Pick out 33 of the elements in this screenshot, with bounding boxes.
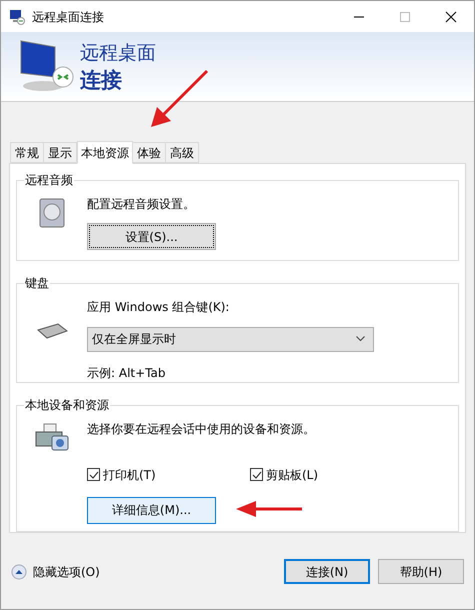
close-icon[interactable] xyxy=(445,10,457,22)
checkbox-label: 剪贴板(L) xyxy=(266,466,318,484)
checkbox-label: 打印机(T) xyxy=(103,466,156,484)
example-text: 示例: Alt+Tab xyxy=(87,364,166,382)
chevron-down-icon xyxy=(356,336,365,342)
group-title: 远程音频 xyxy=(24,172,74,188)
combination-key-dropdown[interactable]: 仅在全屏显示时 xyxy=(87,326,374,352)
tab[interactable]: 体验 xyxy=(133,142,166,163)
header-subtitle: 远程桌面 xyxy=(80,41,156,66)
description-text: 配置远程音频设置。 xyxy=(87,196,196,213)
monitor-icon xyxy=(9,8,25,24)
details-button[interactable]: 详细信息(M)... xyxy=(87,496,216,524)
checkbox[interactable] xyxy=(250,468,263,482)
dialog-button[interactable]: 帮助(H) xyxy=(378,559,464,584)
speaker-icon xyxy=(38,197,66,229)
group-title: 键盘 xyxy=(24,274,50,291)
settings-button[interactable]: 设置(S)... xyxy=(87,223,216,250)
description-text: 选择你要在远程会话中使用的设备和资源。 xyxy=(87,420,316,438)
group-title: 本地设备和资源 xyxy=(24,396,110,413)
checkbox[interactable] xyxy=(87,468,100,482)
dialog-button[interactable]: 连接(N) xyxy=(284,559,370,584)
window-title: 远程桌面连接 xyxy=(32,8,104,26)
field-label: 应用 Windows 组合键(K): xyxy=(87,298,230,316)
arrow-icon xyxy=(149,67,211,129)
collapse-icon xyxy=(11,564,27,580)
tab[interactable]: 本地资源 xyxy=(77,141,133,164)
tab[interactable]: 常规 xyxy=(10,142,44,163)
header-title: 连接 xyxy=(80,67,123,94)
printer-icon xyxy=(34,422,70,452)
keyboard-icon xyxy=(36,322,68,340)
tab[interactable]: 显示 xyxy=(44,142,77,163)
hide-options-button[interactable]: 隐藏选项(O) xyxy=(11,562,100,580)
tab[interactable]: 高级 xyxy=(166,142,199,163)
